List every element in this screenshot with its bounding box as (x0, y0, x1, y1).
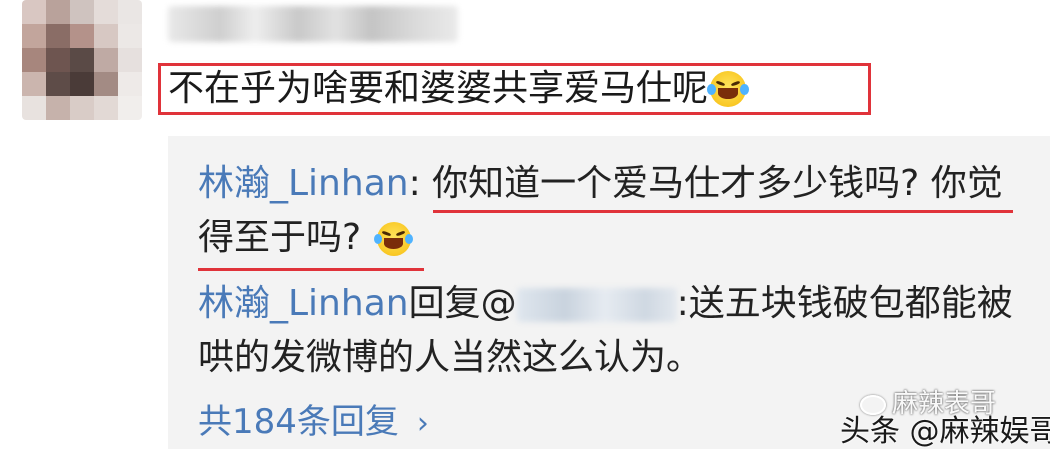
reply-separator: : (408, 163, 433, 204)
reply-item-continued: 得至于吗? (198, 212, 414, 264)
blurred-mention[interactable] (516, 288, 677, 322)
comment-text: 不在乎为啥要和婆婆共享爱马仕呢 (168, 66, 749, 112)
reply-item-continued: 哄的发微博的人当然这么认为。 (198, 332, 702, 384)
reply-item[interactable]: 林瀚_Linhan: 你知道一个爱马仕才多少钱吗? 你觉 (198, 158, 1003, 210)
reply-author-link[interactable]: 林瀚_Linhan (198, 163, 409, 204)
laughing-crying-emoji-icon (373, 222, 414, 256)
reply-text-line1: 你知道一个爱马仕才多少钱吗? 你觉 (432, 163, 1003, 204)
reply-item[interactable]: 林瀚_Linhan回复@ :送五块钱破包都能被 (198, 278, 1013, 330)
laughing-crying-emoji-icon (707, 71, 749, 107)
chevron-right-icon: › (416, 406, 429, 441)
more-replies-link[interactable]: 共184条回复 › (198, 400, 429, 446)
underline-mark (433, 210, 1013, 213)
comment-body: 不在乎为啥要和婆婆共享爱马仕呢 (168, 68, 709, 109)
underline-mark (198, 268, 424, 271)
watermark-bottom: 头条 @麻辣娱哥 (840, 414, 1050, 449)
reply-text-line1: :送五块钱破包都能被 (676, 283, 1013, 324)
reply-text-line2: 哄的发微博的人当然这么认为。 (198, 337, 703, 378)
more-replies-label: 共184条回复 (198, 402, 399, 442)
reply-text-line2: 得至于吗? (198, 217, 362, 258)
comment-screenshot: 不在乎为啥要和婆婆共享爱马仕呢 林瀚_Linhan: 你知道一个爱马仕才多少钱吗… (0, 0, 1050, 449)
reply-prefix: 回复@ (408, 283, 517, 324)
avatar[interactable] (22, 0, 142, 120)
reply-author-link[interactable]: 林瀚_Linhan (198, 283, 409, 324)
blurred-username[interactable] (168, 6, 458, 42)
